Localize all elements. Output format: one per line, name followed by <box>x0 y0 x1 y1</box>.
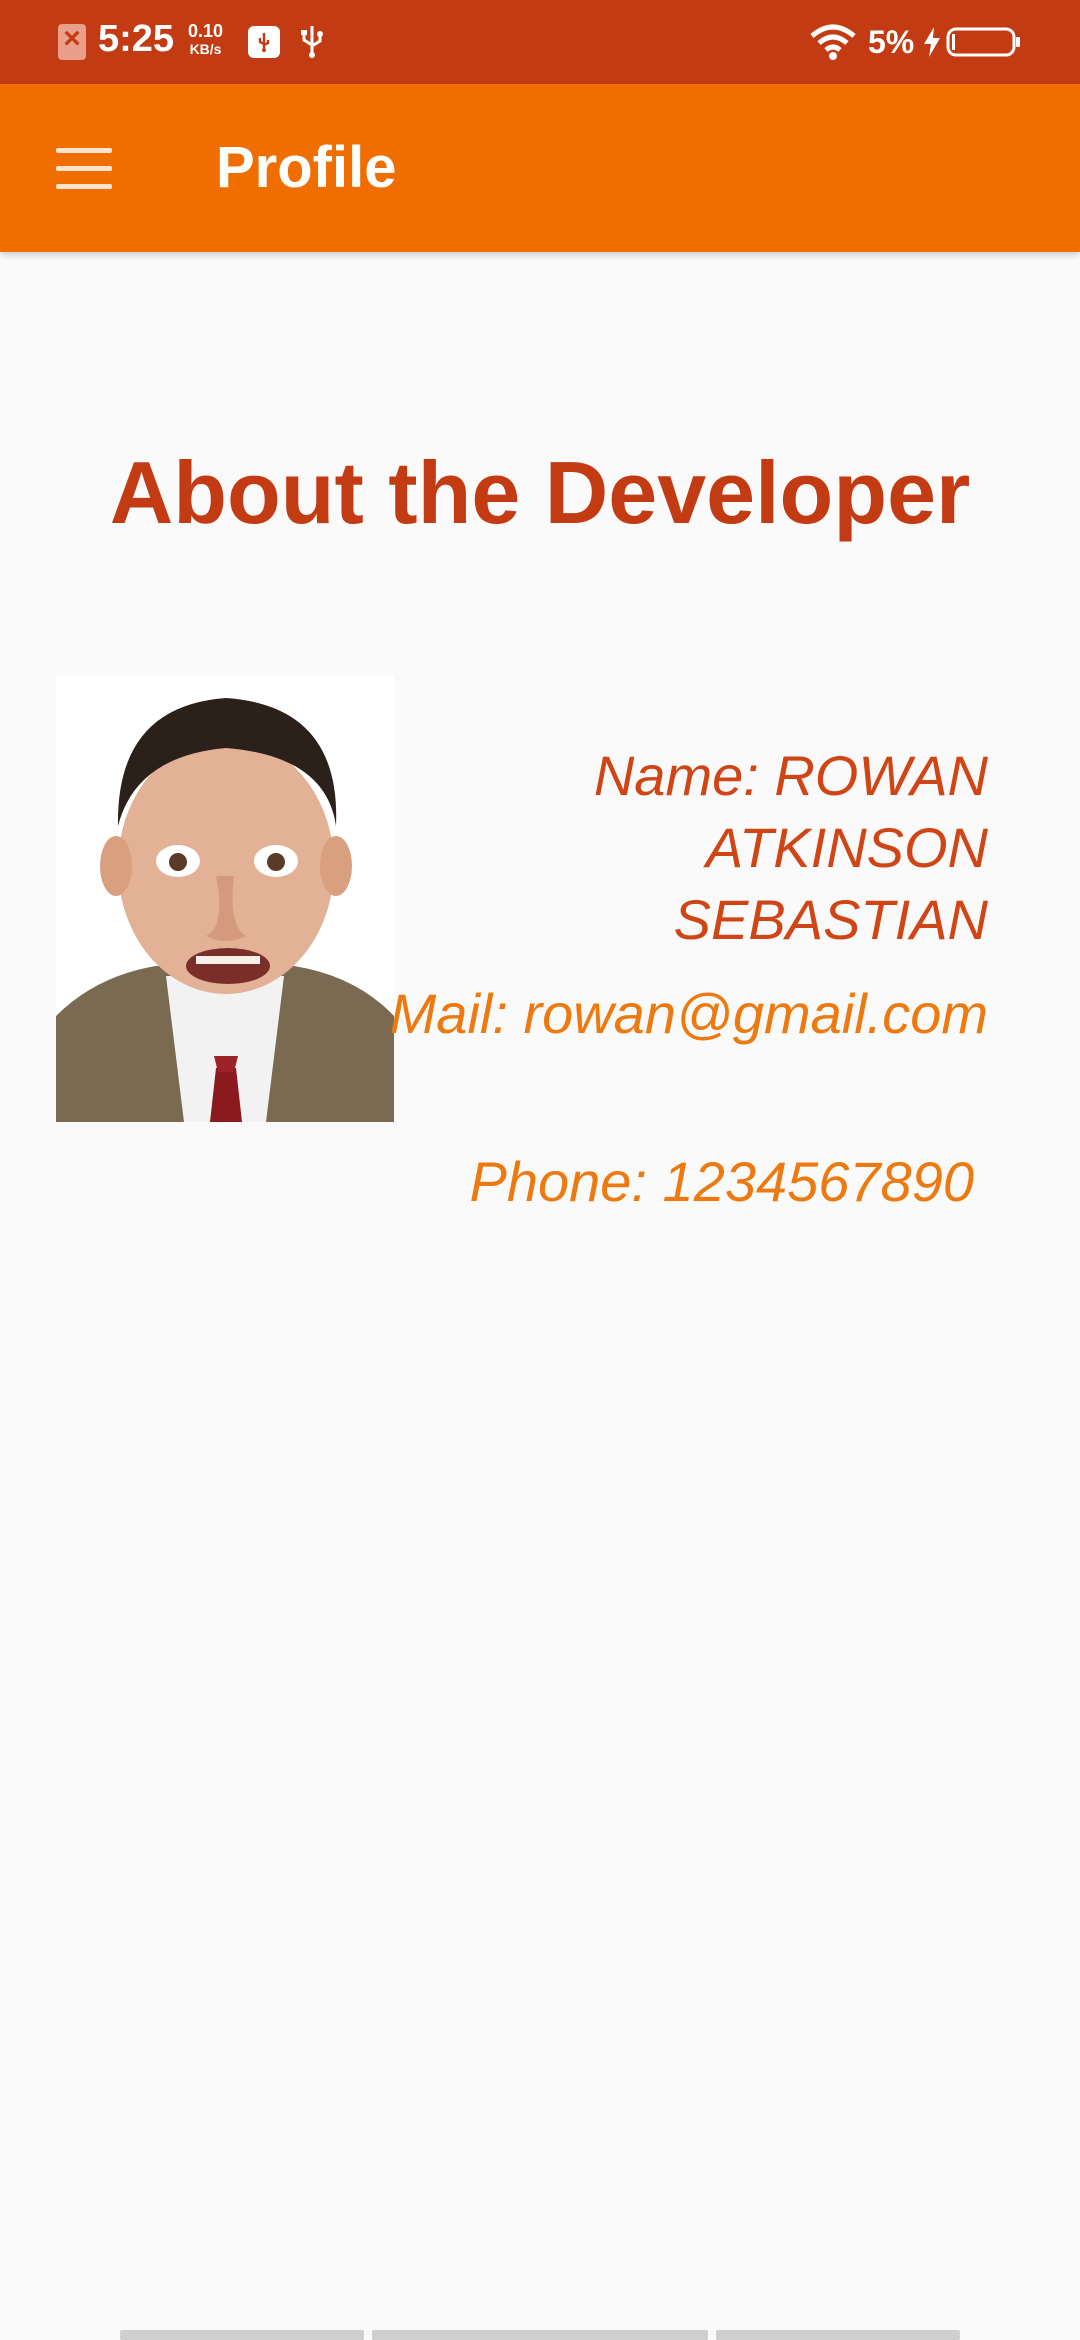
status-bar: 5:25 0.10 KB/s 5% <box>0 0 1080 84</box>
usb-debug-icon <box>248 26 280 58</box>
app-bar: Profile <box>0 84 1080 252</box>
status-time: 5:25 <box>98 18 175 60</box>
developer-phone: Phone: 1234567890 <box>469 1150 975 1213</box>
network-speed-unit: KB/s <box>189 41 222 57</box>
hamburger-menu-icon[interactable] <box>40 128 126 208</box>
nav-hint-bar <box>372 2330 708 2340</box>
page-title: Profile <box>216 135 397 200</box>
nav-hint-bar <box>120 2330 364 2340</box>
about-heading: About the Developer <box>109 443 971 542</box>
charging-bolt-icon <box>924 27 940 57</box>
battery-icon <box>946 27 1020 57</box>
wifi-icon <box>810 24 856 60</box>
developer-mail: Mail: rowan@gmail.com <box>389 982 988 1045</box>
battery-percent: 5% <box>868 24 915 60</box>
developer-photo <box>56 676 394 1122</box>
usb-icon <box>301 26 323 58</box>
network-speed-value: 0.10 <box>188 21 224 41</box>
developer-name: Name: ROWAN ATKINSON SEBASTIAN <box>593 744 988 951</box>
network-speed: 0.10 KB/s <box>188 22 223 58</box>
nav-hint-bar <box>716 2330 960 2340</box>
sim-error-icon <box>58 22 86 60</box>
